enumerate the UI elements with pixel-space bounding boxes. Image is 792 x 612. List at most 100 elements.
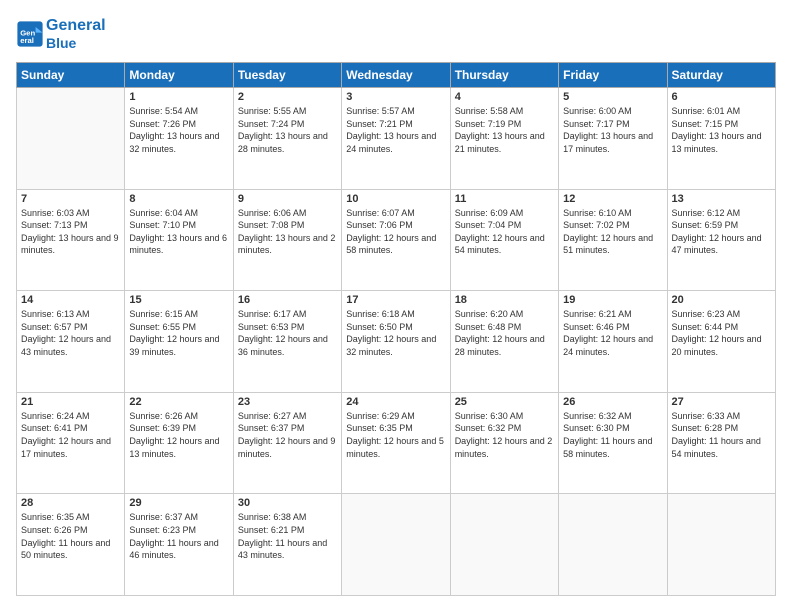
calendar-week-1: 1 Sunrise: 5:54 AMSunset: 7:26 PMDaylight… [17, 87, 776, 189]
calendar-cell: 2 Sunrise: 5:55 AMSunset: 7:24 PMDaylight… [233, 87, 341, 189]
calendar-cell: 19 Sunrise: 6:21 AMSunset: 6:46 PMDayligh… [559, 291, 667, 393]
day-number: 29 [129, 497, 228, 509]
day-number: 25 [455, 396, 554, 408]
calendar-cell: 4Sunrise: 5:58 AMSunset: 7:19 PMDaylight… [450, 87, 558, 189]
day-info: Sunrise: 6:15 AMSunset: 6:55 PMDaylight:… [129, 308, 228, 358]
day-info: Sunrise: 6:04 AMSunset: 7:10 PMDaylight:… [129, 207, 228, 257]
day-info: Sunrise: 6:09 AMSunset: 7:04 PMDaylight:… [455, 207, 554, 257]
weekday-header-wednesday: Wednesday [342, 62, 450, 87]
calendar-week-4: 21 Sunrise: 6:24 AMSunset: 6:41 PMDayligh… [17, 392, 776, 494]
calendar-cell [450, 494, 558, 596]
calendar-cell: 15 Sunrise: 6:15 AMSunset: 6:55 PMDayligh… [125, 291, 233, 393]
day-number: 5 [563, 91, 662, 103]
logo-line1: General [46, 16, 106, 35]
day-number: 30 [238, 497, 337, 509]
calendar-cell: 30 Sunrise: 6:38 AMSunset: 6:21 PMDayligh… [233, 494, 341, 596]
calendar-cell: 12Sunrise: 6:10 AMSunset: 7:02 PMDayligh… [559, 189, 667, 291]
day-number: 4 [455, 91, 554, 103]
weekday-header-friday: Friday [559, 62, 667, 87]
day-info: Sunrise: 6:21 AMSunset: 6:46 PMDaylight:… [563, 308, 662, 358]
day-number: 12 [563, 193, 662, 205]
weekday-header-monday: Monday [125, 62, 233, 87]
day-info: Sunrise: 6:18 AMSunset: 6:50 PMDaylight:… [346, 308, 445, 358]
svg-text:eral: eral [20, 36, 34, 45]
day-number: 8 [129, 193, 228, 205]
calendar-cell: 28Sunrise: 6:35 AMSunset: 6:26 PMDayligh… [17, 494, 125, 596]
calendar-cell: 25 Sunrise: 6:30 AMSunset: 6:32 PMDayligh… [450, 392, 558, 494]
day-number: 21 [21, 396, 120, 408]
day-number: 15 [129, 294, 228, 306]
day-info: Sunrise: 6:03 AMSunset: 7:13 PMDaylight:… [21, 207, 120, 257]
calendar-cell: 23 Sunrise: 6:27 AMSunset: 6:37 PMDayligh… [233, 392, 341, 494]
day-info: Sunrise: 6:38 AMSunset: 6:21 PMDaylight:… [238, 511, 337, 561]
day-info: Sunrise: 5:55 AMSunset: 7:24 PMDaylight:… [238, 105, 337, 155]
calendar-cell: 13 Sunrise: 6:12 AMSunset: 6:59 PMDayligh… [667, 189, 775, 291]
calendar-cell: 7 Sunrise: 6:03 AMSunset: 7:13 PMDaylight… [17, 189, 125, 291]
weekday-header-tuesday: Tuesday [233, 62, 341, 87]
day-info: Sunrise: 6:29 AMSunset: 6:35 PMDaylight:… [346, 410, 445, 460]
day-number: 22 [129, 396, 228, 408]
day-info: Sunrise: 6:12 AMSunset: 6:59 PMDaylight:… [672, 207, 771, 257]
day-info: Sunrise: 6:07 AMSunset: 7:06 PMDaylight:… [346, 207, 445, 257]
calendar-cell: 29 Sunrise: 6:37 AMSunset: 6:23 PMDayligh… [125, 494, 233, 596]
logo-line2: Blue [46, 35, 106, 52]
day-info: Sunrise: 6:33 AMSunset: 6:28 PMDaylight:… [672, 410, 771, 460]
day-info: Sunrise: 5:54 AMSunset: 7:26 PMDaylight:… [129, 105, 228, 155]
day-info: Sunrise: 6:26 AMSunset: 6:39 PMDaylight:… [129, 410, 228, 460]
day-info: Sunrise: 6:37 AMSunset: 6:23 PMDaylight:… [129, 511, 228, 561]
calendar-cell: 16 Sunrise: 6:17 AMSunset: 6:53 PMDayligh… [233, 291, 341, 393]
day-number: 2 [238, 91, 337, 103]
calendar-cell: 14Sunrise: 6:13 AMSunset: 6:57 PMDayligh… [17, 291, 125, 393]
day-info: Sunrise: 6:13 AMSunset: 6:57 PMDaylight:… [21, 308, 120, 358]
calendar-cell: 17 Sunrise: 6:18 AMSunset: 6:50 PMDayligh… [342, 291, 450, 393]
day-number: 19 [563, 294, 662, 306]
day-number: 23 [238, 396, 337, 408]
calendar-cell [17, 87, 125, 189]
day-number: 16 [238, 294, 337, 306]
calendar-cell: 1 Sunrise: 5:54 AMSunset: 7:26 PMDaylight… [125, 87, 233, 189]
logo-icon: Gen eral [16, 20, 44, 48]
day-number: 7 [21, 193, 120, 205]
weekday-header-sunday: Sunday [17, 62, 125, 87]
calendar-cell [342, 494, 450, 596]
calendar-week-2: 7 Sunrise: 6:03 AMSunset: 7:13 PMDaylight… [17, 189, 776, 291]
calendar-cell: 21 Sunrise: 6:24 AMSunset: 6:41 PMDayligh… [17, 392, 125, 494]
calendar-cell: 20Sunrise: 6:23 AMSunset: 6:44 PMDayligh… [667, 291, 775, 393]
calendar-cell: 18 Sunrise: 6:20 AMSunset: 6:48 PMDayligh… [450, 291, 558, 393]
calendar-cell: 5 Sunrise: 6:00 AMSunset: 7:17 PMDaylight… [559, 87, 667, 189]
calendar-week-3: 14Sunrise: 6:13 AMSunset: 6:57 PMDayligh… [17, 291, 776, 393]
day-info: Sunrise: 6:32 AMSunset: 6:30 PMDaylight:… [563, 410, 662, 460]
day-info: Sunrise: 6:17 AMSunset: 6:53 PMDaylight:… [238, 308, 337, 358]
day-number: 13 [672, 193, 771, 205]
day-number: 6 [672, 91, 771, 103]
weekday-header-thursday: Thursday [450, 62, 558, 87]
weekday-header-saturday: Saturday [667, 62, 775, 87]
calendar-cell: 6 Sunrise: 6:01 AMSunset: 7:15 PMDaylight… [667, 87, 775, 189]
day-number: 24 [346, 396, 445, 408]
day-number: 3 [346, 91, 445, 103]
calendar-week-5: 28Sunrise: 6:35 AMSunset: 6:26 PMDayligh… [17, 494, 776, 596]
day-number: 11 [455, 193, 554, 205]
calendar-cell: 11 Sunrise: 6:09 AMSunset: 7:04 PMDayligh… [450, 189, 558, 291]
day-number: 1 [129, 91, 228, 103]
day-info: Sunrise: 5:57 AMSunset: 7:21 PMDaylight:… [346, 105, 445, 155]
calendar-cell [559, 494, 667, 596]
day-info: Sunrise: 6:24 AMSunset: 6:41 PMDaylight:… [21, 410, 120, 460]
day-info: Sunrise: 6:00 AMSunset: 7:17 PMDaylight:… [563, 105, 662, 155]
calendar-cell: 10 Sunrise: 6:07 AMSunset: 7:06 PMDayligh… [342, 189, 450, 291]
day-info: Sunrise: 6:30 AMSunset: 6:32 PMDaylight:… [455, 410, 554, 460]
calendar-cell: 22 Sunrise: 6:26 AMSunset: 6:39 PMDayligh… [125, 392, 233, 494]
day-info: Sunrise: 6:27 AMSunset: 6:37 PMDaylight:… [238, 410, 337, 460]
calendar-cell: 24 Sunrise: 6:29 AMSunset: 6:35 PMDayligh… [342, 392, 450, 494]
day-number: 10 [346, 193, 445, 205]
day-info: Sunrise: 6:20 AMSunset: 6:48 PMDaylight:… [455, 308, 554, 358]
day-number: 18 [455, 294, 554, 306]
day-number: 17 [346, 294, 445, 306]
day-info: Sunrise: 6:01 AMSunset: 7:15 PMDaylight:… [672, 105, 771, 155]
calendar-cell: 26Sunrise: 6:32 AMSunset: 6:30 PMDayligh… [559, 392, 667, 494]
day-number: 27 [672, 396, 771, 408]
day-info: Sunrise: 6:06 AMSunset: 7:08 PMDaylight:… [238, 207, 337, 257]
calendar-cell: 3 Sunrise: 5:57 AMSunset: 7:21 PMDaylight… [342, 87, 450, 189]
calendar-cell [667, 494, 775, 596]
calendar-cell: 9Sunrise: 6:06 AMSunset: 7:08 PMDaylight… [233, 189, 341, 291]
